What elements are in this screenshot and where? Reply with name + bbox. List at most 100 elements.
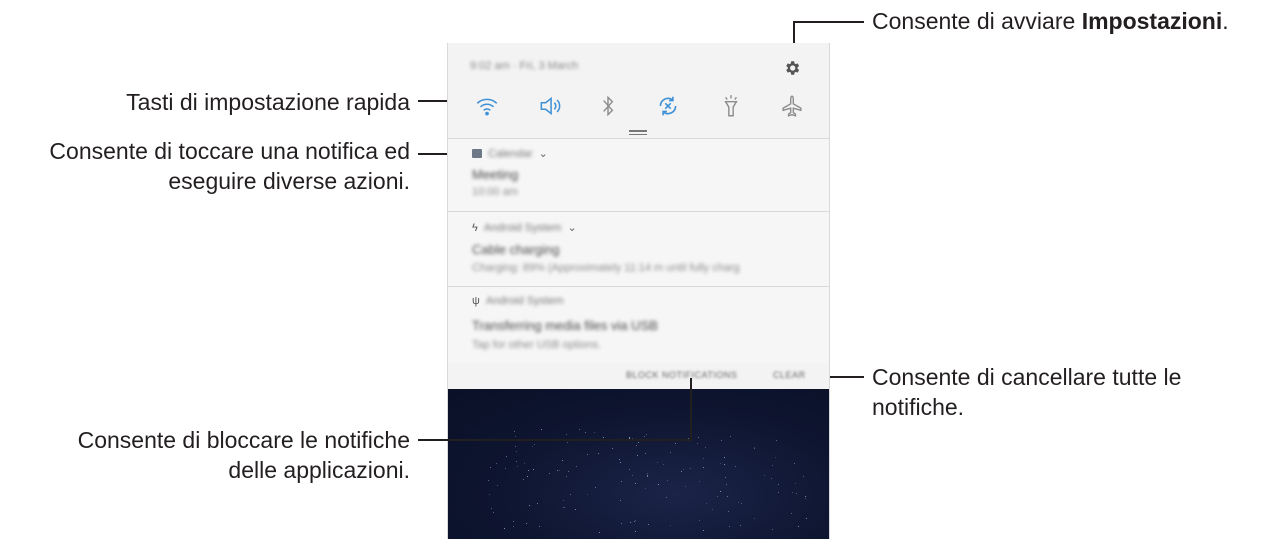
- wallpaper-star: [806, 518, 808, 520]
- wallpaper-star: [621, 522, 623, 524]
- wallpaper-star: [576, 466, 578, 468]
- wallpaper-star: [636, 455, 638, 457]
- quick-setting-airplane[interactable]: [778, 92, 806, 120]
- wallpaper-star: [635, 519, 637, 521]
- wallpaper-star: [566, 475, 568, 477]
- wallpaper-star: [644, 435, 646, 437]
- wallpaper-star: [696, 443, 698, 445]
- wallpaper-star: [621, 481, 623, 483]
- callout-block: Consente di bloccare le notifiche delle …: [77, 427, 410, 483]
- notification-title: Transferring media files via USB: [472, 318, 658, 333]
- wallpaper-star: [647, 475, 649, 477]
- chevron-down-icon[interactable]: ⌄: [539, 147, 548, 160]
- quick-setting-wifi[interactable]: [473, 92, 501, 120]
- wallpaper-star: [791, 491, 793, 493]
- wallpaper-star: [515, 446, 517, 448]
- wallpaper-star: [771, 528, 773, 530]
- quick-setting-bluetooth[interactable]: [594, 92, 622, 120]
- notification-card-calendar[interactable]: Calendar ⌄ Meeting 10:00 am: [448, 139, 829, 211]
- wallpaper-star: [665, 497, 667, 499]
- wallpaper-star: [683, 469, 685, 471]
- wallpaper-star: [632, 475, 634, 477]
- wallpaper-star: [774, 456, 776, 458]
- notification-header: ϟ Android System ⌄: [472, 221, 577, 235]
- wallpaper-star: [740, 503, 742, 505]
- wallpaper-star: [526, 523, 528, 525]
- wallpaper: [448, 389, 829, 539]
- wallpaper-star: [563, 507, 565, 509]
- notification-card-usb[interactable]: ψ Android System Transferring media file…: [448, 287, 829, 363]
- airplane-mode-icon: [782, 95, 802, 117]
- wallpaper-star: [684, 485, 686, 487]
- gear-icon[interactable]: [783, 59, 801, 77]
- wallpaper-star: [656, 462, 658, 464]
- wallpaper-star: [797, 526, 799, 528]
- wallpaper-star: [504, 467, 506, 469]
- callout-notification: Consente di toccare una notifica ed eseg…: [49, 138, 410, 194]
- wallpaper-star: [635, 483, 637, 485]
- wallpaper-star: [628, 468, 630, 470]
- wallpaper-star: [513, 521, 515, 523]
- wallpaper-star: [568, 471, 570, 473]
- wallpaper-star: [776, 440, 778, 441]
- quick-setting-auto-rotate[interactable]: [654, 92, 682, 120]
- clear-button[interactable]: CLEAR: [773, 370, 806, 380]
- wallpaper-star: [730, 436, 732, 437]
- quick-setting-flashlight[interactable]: [717, 92, 745, 120]
- lightning-icon: ϟ: [472, 221, 478, 234]
- wallpaper-star: [562, 506, 564, 508]
- wallpaper-star: [777, 484, 779, 486]
- wallpaper-star: [670, 524, 672, 526]
- wallpaper-star: [586, 454, 588, 456]
- wallpaper-star: [646, 473, 648, 475]
- callout-clear: Consente di cancellare tutte le notifich…: [872, 364, 1182, 420]
- wallpaper-star: [803, 475, 805, 477]
- notification-app-name: Calendar: [488, 147, 533, 160]
- wallpaper-star: [770, 478, 772, 480]
- wallpaper-star: [490, 508, 492, 510]
- wallpaper-star: [598, 453, 600, 455]
- wallpaper-star: [578, 429, 580, 430]
- wallpaper-star: [538, 525, 540, 527]
- flashlight-icon: [724, 95, 738, 117]
- wallpaper-star: [793, 463, 795, 465]
- quick-settings-bar: [448, 87, 829, 129]
- wallpaper-star: [699, 480, 701, 482]
- notification-title: Cable charging: [472, 242, 560, 257]
- wallpaper-star: [795, 492, 797, 494]
- wallpaper-star: [795, 483, 797, 485]
- wifi-icon: [476, 98, 498, 116]
- wallpaper-star: [620, 461, 621, 463]
- panel-drag-handle-line: [629, 134, 647, 135]
- quick-setting-sound[interactable]: [536, 92, 564, 120]
- wallpaper-star: [720, 439, 722, 441]
- block-notifications-button[interactable]: BLOCK NOTIFICATIONS: [626, 370, 737, 380]
- wallpaper-star: [598, 531, 600, 533]
- wallpaper-star: [644, 487, 646, 489]
- wallpaper-star: [493, 511, 495, 513]
- wallpaper-star: [702, 529, 704, 531]
- wallpaper-star: [534, 444, 536, 446]
- chevron-down-icon[interactable]: ⌄: [567, 221, 576, 234]
- wallpaper-star: [515, 451, 517, 453]
- callout-line-settings: [793, 21, 864, 23]
- callout-settings: Consente di avviare Impostazioni.: [872, 8, 1229, 34]
- wallpaper-star: [737, 501, 739, 503]
- wallpaper-star: [790, 513, 792, 515]
- notification-card-charging[interactable]: ϟ Android System ⌄ Cable charging Chargi…: [448, 212, 829, 286]
- panel-drag-handle[interactable]: [629, 130, 647, 132]
- wallpaper-star: [778, 491, 780, 493]
- wallpaper-star: [739, 525, 741, 527]
- wallpaper-star: [698, 437, 700, 439]
- wallpaper-star: [526, 475, 528, 477]
- callout-quick-settings: Tasti di impostazione rapida: [126, 89, 410, 115]
- wallpaper-star: [612, 448, 614, 450]
- wallpaper-star: [724, 464, 726, 466]
- wallpaper-star: [804, 498, 806, 500]
- wallpaper-star: [645, 453, 647, 455]
- wallpaper-star: [524, 463, 526, 465]
- wallpaper-star: [636, 445, 638, 447]
- wallpaper-star: [646, 434, 648, 436]
- wallpaper-star: [593, 431, 595, 433]
- notification-actions: BLOCK NOTIFICATIONS CLEAR: [448, 363, 829, 389]
